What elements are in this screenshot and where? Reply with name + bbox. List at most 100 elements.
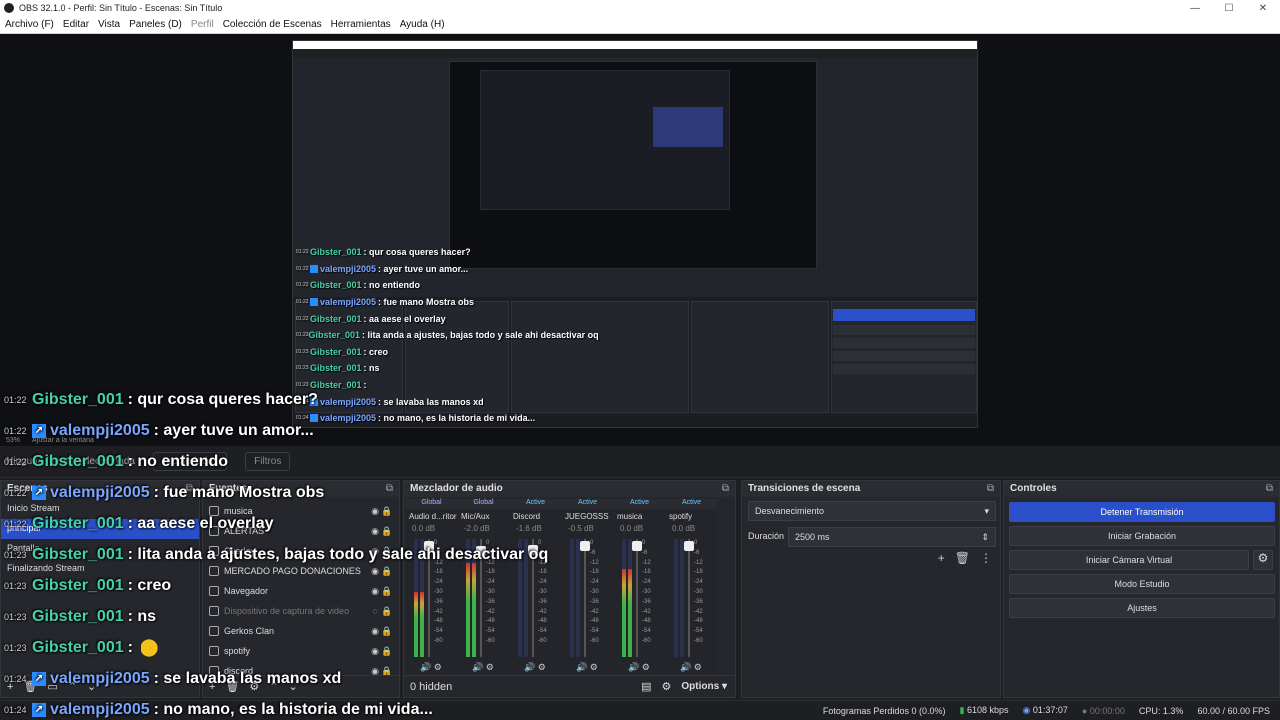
nested-chat-line: 01:22 valempji2005: fue mano Mostra obs: [296, 297, 475, 308]
scale-tick: -6: [642, 549, 648, 556]
scale-tick: 0: [642, 540, 646, 546]
channel-name[interactable]: musica: [614, 509, 665, 524]
channel-tag: Active: [562, 499, 613, 509]
nested-btn: [833, 364, 975, 374]
settings-button[interactable]: Ajustes: [1009, 598, 1275, 618]
mute-speaker-icon[interactable]: 🔊 ⚙: [680, 662, 702, 673]
scale-tick: 0: [590, 540, 594, 546]
obs-logo-icon: [4, 3, 14, 13]
verified-badge-icon: ↗: [32, 702, 46, 717]
undock-icon[interactable]: ⧉: [987, 483, 994, 495]
menu-help[interactable]: Ayuda (H): [400, 19, 445, 30]
virtual-camera-button[interactable]: Iniciar Cámara Virtual: [1009, 550, 1249, 570]
nested-chat-line: 01:23 Gibster_001: creo: [296, 346, 389, 357]
nested-chat-line: 01:22 Gibster_001: aa aese el overlay: [296, 313, 446, 324]
bitrate: ▮ 6108 kbps: [959, 705, 1009, 715]
mixer-channel: Active spotify 0.0 dB 0 -6 -12 -18 -24 -30 -36 -42…: [666, 499, 717, 675]
level-meter: [674, 539, 678, 657]
channel-db: 0.0 dB: [672, 524, 696, 533]
volume-slider[interactable]: [636, 539, 638, 657]
signal-icon: ▮: [959, 705, 965, 715]
duration-input[interactable]: 2500 ms ⇕: [788, 527, 996, 547]
channel-name[interactable]: JUEGOSSS: [562, 509, 613, 524]
record-icon: ●: [1081, 705, 1088, 716]
level-meter: [576, 539, 580, 657]
nested-chat-line: 01:22 valempji2005: ayer tuve un amor...: [296, 263, 469, 274]
mixer-channel: Active musica 0.0 dB 0 -6 -12 -18 -24 -30 -36 -42 -…: [614, 499, 665, 675]
verified-badge-icon: ↗: [32, 671, 46, 686]
scale-tick: -18: [642, 569, 651, 576]
chat-line: 01:22 Gibster_001: no entiendo: [4, 452, 229, 470]
chat-line: 01:23 Gibster_001: ns: [4, 607, 157, 625]
chevron-down-icon: ▾: [984, 506, 989, 516]
menu-scene-collection[interactable]: Colección de Escenas: [223, 19, 322, 30]
db-scale: 0 -6 -12 -18 -24 -30 -36 -42 -48 -54 -60: [694, 539, 703, 647]
channel-name[interactable]: spotify: [666, 509, 717, 524]
mute-speaker-icon[interactable]: 🔊 ⚙: [576, 662, 598, 673]
menu-tools[interactable]: Herramientas: [331, 19, 391, 30]
layout-icon[interactable]: ▤: [641, 680, 651, 693]
scale-tick: -54: [694, 628, 703, 635]
chat-line: 01:22 Gibster_001: qur cosa queres hacer?: [4, 390, 318, 408]
nested-chat-line: 01:23 Gibster_001: lita anda a ajustes, b…: [296, 330, 599, 341]
mute-speaker-icon[interactable]: 🔊 ⚙: [628, 662, 650, 673]
menu-profile[interactable]: Perfil: [191, 19, 214, 30]
menu-edit[interactable]: Editar: [63, 19, 89, 30]
volume-slider[interactable]: [688, 539, 690, 657]
studio-mode-button[interactable]: Modo Estudio: [1009, 574, 1275, 594]
nested-menubar: [293, 49, 977, 58]
trash-icon[interactable]: 🗑: [955, 551, 970, 565]
scale-tick: -18: [590, 569, 599, 576]
more-icon[interactable]: ⋮: [980, 551, 992, 565]
dropped-frames: Fotogramas Perdidos 0 (0.0%): [822, 705, 946, 716]
scale-tick: -48: [642, 618, 651, 625]
scale-tick: -6: [694, 549, 700, 556]
emote-icon: [140, 638, 161, 657]
scale-tick: -48: [590, 618, 599, 625]
verified-badge-icon: ↗: [32, 423, 46, 438]
add-icon[interactable]: +: [938, 551, 945, 565]
meter-fill: [628, 568, 632, 657]
nested-btn: [833, 325, 975, 335]
volume-knob[interactable]: [632, 541, 642, 552]
options-button[interactable]: Options ▾: [681, 681, 727, 692]
menu-view[interactable]: Vista: [98, 19, 120, 30]
db-scale: 0 -6 -12 -18 -24 -30 -36 -42 -48 -54 -60: [590, 539, 599, 647]
scale-tick: -54: [590, 628, 599, 635]
nested-chat-line: 01:22 Gibster_001: no entiendo: [296, 280, 421, 291]
verified-badge-icon: ↗: [32, 485, 46, 500]
minimize-button[interactable]: —: [1178, 3, 1212, 14]
settings-icon[interactable]: ⚙: [662, 680, 672, 693]
maximize-button[interactable]: ☐: [1212, 3, 1246, 14]
volume-knob[interactable]: [684, 541, 694, 552]
menu-file[interactable]: Archivo (F): [5, 19, 54, 30]
channel-tag: Active: [614, 499, 665, 509]
volume-knob[interactable]: [580, 541, 590, 552]
scale-tick: -18: [694, 569, 703, 576]
undock-icon[interactable]: ⧉: [722, 483, 729, 495]
scale-tick: -30: [590, 588, 599, 595]
scale-tick: 0: [694, 540, 698, 546]
scale-tick: -30: [642, 588, 651, 595]
level-meter: [680, 539, 684, 657]
start-recording-button[interactable]: Iniciar Grabación: [1009, 526, 1275, 546]
meter-fill: [622, 568, 626, 657]
close-button[interactable]: ✕: [1246, 3, 1280, 14]
menu-docks[interactable]: Paneles (D): [129, 19, 182, 30]
stop-stream-button[interactable]: Detener Transmisión: [1009, 502, 1275, 522]
scale-tick: -42: [590, 608, 599, 615]
transition-tools: + 🗑 ⋮: [938, 551, 992, 565]
nested-transitions: [691, 301, 829, 413]
mixer-channel: Active JUEGOSSS -0.5 dB 0 -6 -12 -18 -24 -30 -36 -…: [562, 499, 613, 675]
gear-icon[interactable]: ⚙: [1253, 550, 1273, 570]
scale-tick: -60: [642, 637, 651, 644]
volume-slider[interactable]: [584, 539, 586, 657]
transition-select[interactable]: Desvanecimiento ▾: [748, 501, 996, 521]
nested-titlebar: [293, 41, 977, 49]
channel-db: 0.0 dB: [620, 524, 644, 533]
undock-icon[interactable]: ⧉: [1266, 483, 1273, 495]
nested-stop-button: [833, 309, 975, 321]
stream-icon: ◉: [1022, 705, 1031, 715]
scale-tick: -42: [642, 608, 651, 615]
rec-time: ● 00:00:00: [1081, 705, 1125, 716]
